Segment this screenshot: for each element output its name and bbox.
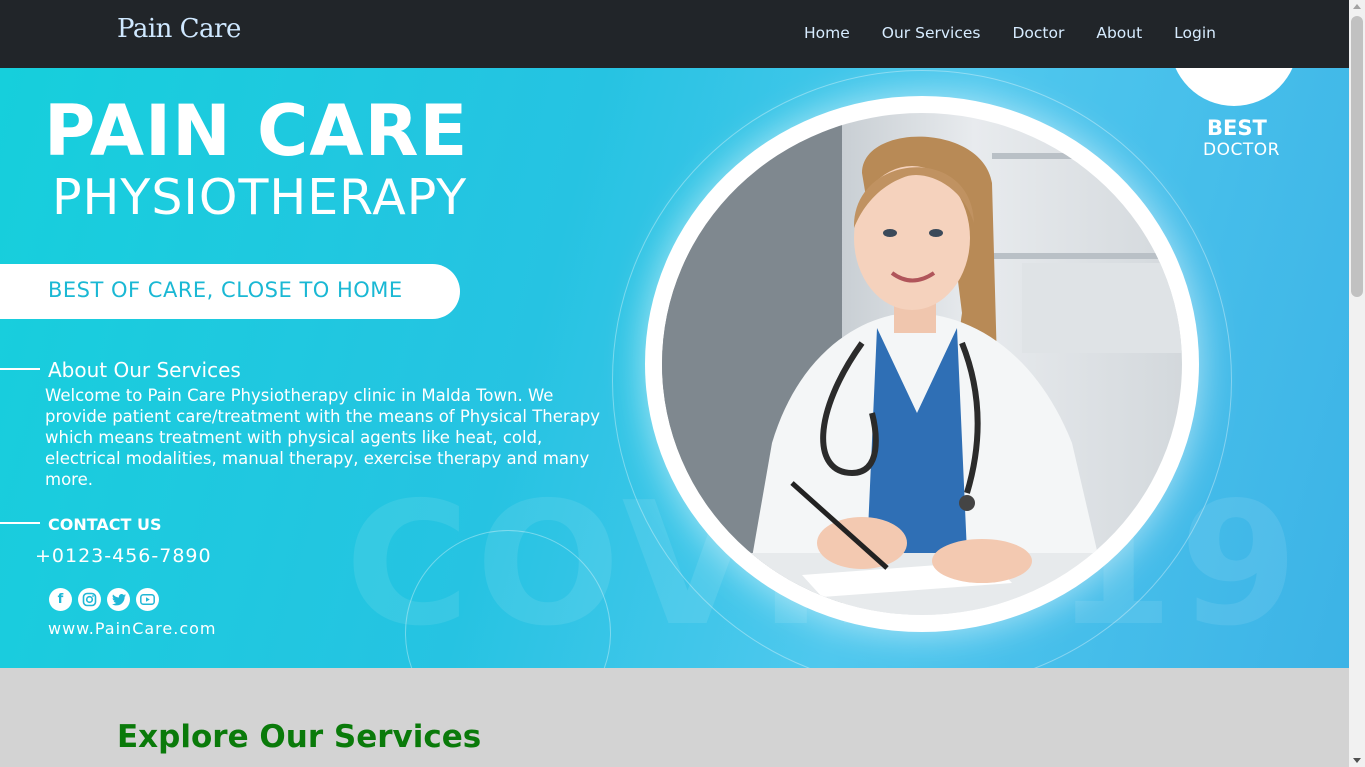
scrollbar-thumb[interactable] xyxy=(1351,16,1363,297)
nav-link-our-services[interactable]: Our Services xyxy=(882,24,981,42)
badge-subtitle: DOCTOR xyxy=(1203,140,1280,160)
facebook-icon: f xyxy=(49,588,72,611)
about-text: Welcome to Pain Care Physiotherapy clini… xyxy=(45,386,601,489)
tagline-text: BEST OF CARE, CLOSE TO HOME xyxy=(48,278,403,302)
about-heading: About Our Services xyxy=(48,358,241,382)
nav-link-doctor[interactable]: Doctor xyxy=(1012,24,1064,42)
twitter-icon xyxy=(107,588,130,611)
hero-title: PAIN CARE xyxy=(44,90,469,172)
contact-heading: CONTACT US xyxy=(48,515,162,534)
tagline-pill: BEST OF CARE, CLOSE TO HOME xyxy=(0,264,460,319)
services-heading: Explore Our Services xyxy=(117,719,482,755)
hero-subtitle: PHYSIOTHERAPY xyxy=(52,169,468,226)
navbar: Pain Care Home Our Services Doctor About… xyxy=(0,0,1349,68)
nav-links: Home Our Services Doctor About Login xyxy=(804,24,1216,42)
scroll-up-arrow-icon[interactable] xyxy=(1353,4,1361,9)
youtube-icon xyxy=(136,588,159,611)
website-url: www.PainCare.com xyxy=(48,619,217,638)
hero-banner: COVID-19 PAIN CARE PHYSIOTHERAPY BEST OF… xyxy=(0,68,1349,668)
vertical-scrollbar[interactable] xyxy=(1349,0,1365,767)
badge-circle xyxy=(1170,68,1298,106)
doctor-photo-frame xyxy=(645,96,1199,632)
badge-title: BEST xyxy=(1207,116,1267,140)
nav-link-about[interactable]: About xyxy=(1096,24,1142,42)
nav-link-login[interactable]: Login xyxy=(1174,24,1216,42)
instagram-icon xyxy=(78,588,101,611)
nav-link-home[interactable]: Home xyxy=(804,24,850,42)
brand-logo[interactable]: Pain Care xyxy=(117,14,241,44)
phone-number: +0123-456-7890 xyxy=(35,545,212,567)
section-divider xyxy=(0,522,40,524)
social-icons: f xyxy=(49,588,159,611)
scroll-down-arrow-icon[interactable] xyxy=(1353,758,1361,763)
section-divider xyxy=(0,368,40,370)
doctor-photo xyxy=(662,113,1182,615)
